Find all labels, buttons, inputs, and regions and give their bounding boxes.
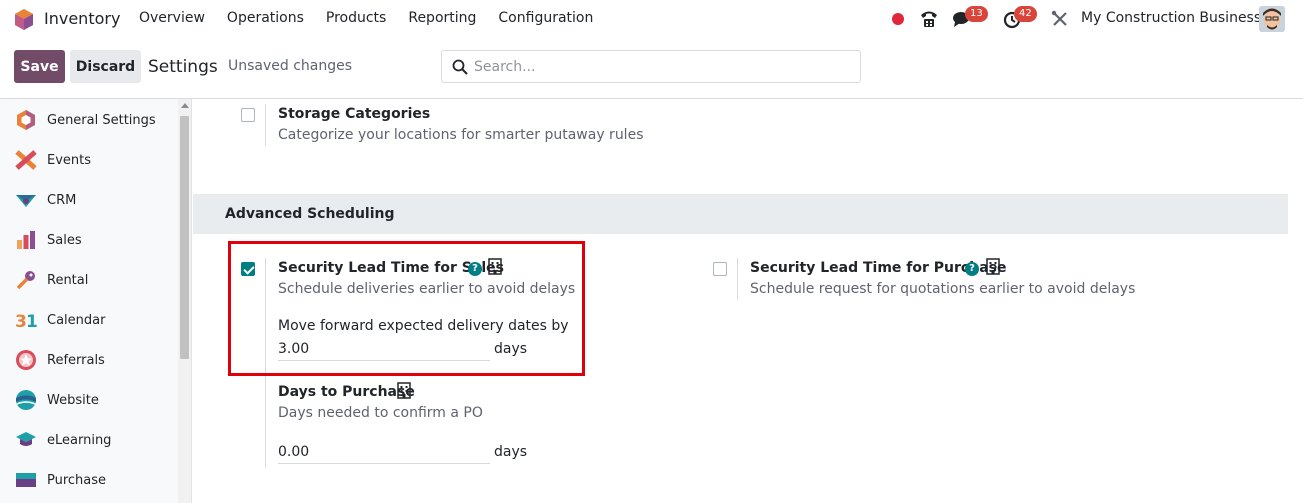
- setting-divider: [737, 258, 738, 300]
- scroll-up-arrow-icon[interactable]: [181, 103, 189, 108]
- storage-categories-title: Storage Categories: [278, 106, 431, 122]
- sidebar-item-elearning[interactable]: eLearning: [0, 420, 178, 460]
- menu-configuration[interactable]: Configuration: [498, 10, 593, 26]
- crm-icon: [16, 195, 36, 207]
- debug-tools-icon[interactable]: [1050, 9, 1070, 29]
- activity-count-badge: 42: [1014, 6, 1037, 22]
- days-to-purchase-desc: Days needed to confirm a PO: [278, 405, 483, 421]
- search-icon: [452, 59, 468, 75]
- search-input[interactable]: [474, 57, 854, 77]
- sidebar-item-referrals[interactable]: Referrals: [0, 340, 178, 380]
- menu-products[interactable]: Products: [326, 10, 386, 26]
- odoo-hex-icon: [17, 110, 35, 130]
- sidebar-item-crm[interactable]: CRM: [0, 180, 178, 220]
- search-box[interactable]: [441, 50, 861, 83]
- sidebar-item-label: Website: [47, 392, 99, 408]
- sidebar-item-events[interactable]: Events: [0, 140, 178, 180]
- company-switcher[interactable]: My Construction Business: [1081, 10, 1261, 26]
- calendar-31-icon: 3 1: [15, 312, 37, 331]
- highlight-annotation-box: [228, 241, 585, 376]
- days-to-purchase-title: Days to Purchase: [278, 384, 415, 400]
- user-avatar[interactable]: [1259, 6, 1285, 32]
- purchase-icon: [16, 473, 36, 487]
- sidebar-item-label: eLearning: [47, 432, 112, 448]
- sidebar-item-calendar[interactable]: 3 1 Calendar: [0, 300, 178, 340]
- sidebar-item-label: Purchase: [47, 472, 107, 488]
- settings-sidebar: General Settings Events CRM Sales Rental: [0, 99, 192, 503]
- unsaved-changes-indicator: Unsaved changes: [228, 58, 353, 74]
- company-building-icon: [397, 382, 411, 399]
- sidebar-item-label: Sales: [47, 232, 82, 248]
- discard-button[interactable]: Discard: [70, 50, 141, 83]
- company-building-icon: [986, 258, 1000, 275]
- section-title: Advanced Scheduling: [225, 206, 395, 222]
- sidebar-item-label: General Settings: [47, 112, 156, 128]
- main-menu: Overview Operations Products Reporting C…: [139, 10, 615, 26]
- website-icon: [16, 390, 36, 410]
- chat-count-badge: 13: [965, 6, 988, 22]
- sidebar-item-purchase[interactable]: Purchase: [0, 460, 178, 500]
- save-button[interactable]: Save: [14, 50, 65, 83]
- recording-dot-icon[interactable]: [892, 13, 904, 25]
- days-to-purchase-unit: days: [494, 444, 528, 460]
- events-icon: [15, 150, 37, 170]
- phone-icon[interactable]: [919, 9, 939, 29]
- sidebar-item-sales[interactable]: Sales: [0, 220, 178, 260]
- referrals-icon: [16, 350, 36, 370]
- app-logo-icon[interactable]: [14, 9, 34, 30]
- days-to-purchase-input[interactable]: [278, 440, 490, 464]
- section-header-advanced-scheduling: Advanced Scheduling: [193, 194, 1288, 234]
- sidebar-item-label: Referrals: [47, 352, 105, 368]
- sidebar-item-website[interactable]: Website: [0, 380, 178, 420]
- app-name[interactable]: Inventory: [44, 9, 120, 28]
- top-navbar: Inventory Overview Operations Products R…: [0, 0, 1303, 38]
- sidebar-item-rental[interactable]: Rental: [0, 260, 178, 300]
- menu-reporting[interactable]: Reporting: [408, 10, 476, 26]
- sidebar-item-label: Rental: [47, 272, 89, 288]
- sales-chart-icon: [17, 231, 35, 249]
- help-icon[interactable]: ?: [965, 262, 979, 276]
- menu-operations[interactable]: Operations: [227, 10, 304, 26]
- svg-text:1: 1: [26, 312, 37, 331]
- storage-categories-desc: Categorize your locations for smarter pu…: [278, 127, 644, 143]
- purchase-lead-time-desc: Schedule request for quotations earlier …: [750, 281, 1136, 297]
- sidebar-item-label: Calendar: [47, 312, 106, 328]
- menu-overview[interactable]: Overview: [139, 10, 205, 26]
- sidebar-scroll-thumb[interactable]: [180, 116, 189, 359]
- storage-categories-checkbox[interactable]: [241, 108, 255, 122]
- sidebar-item-label: CRM: [47, 192, 77, 208]
- sidebar-item-label: Events: [47, 152, 92, 168]
- purchase-lead-time-checkbox[interactable]: [713, 262, 727, 276]
- sidebar-item-general-settings[interactable]: General Settings: [0, 100, 178, 140]
- setting-divider: [265, 104, 266, 146]
- page-title: Settings: [148, 57, 218, 77]
- elearning-cap-icon: [16, 432, 36, 446]
- rental-key-icon: [16, 271, 35, 290]
